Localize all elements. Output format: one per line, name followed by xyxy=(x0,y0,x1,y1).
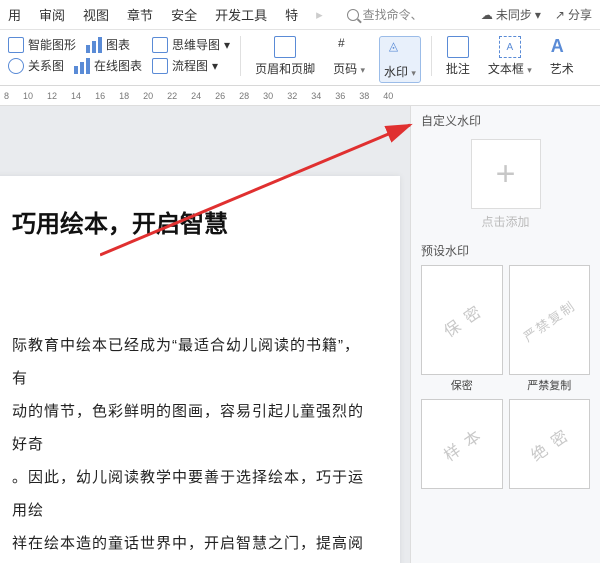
document-area[interactable]: 巧用绘本，开启智慧 际教育中绘本已经成为“最适合幼儿阅读的书籍”，有 动的情节，… xyxy=(0,106,410,563)
doc-line: 动的情节，色彩鲜明的图画，容易引起儿童强烈的好奇 xyxy=(12,395,372,461)
ribbon-toolbar: 智能图形 图表 关系图 在线图表 思维导图 ▾ 流程图 ▾ 页眉和页脚 #页码 … xyxy=(0,30,600,86)
wordart-button[interactable]: A艺术 xyxy=(546,36,578,83)
relation-icon xyxy=(8,58,24,74)
watermark-panel: 自定义水印 + 点击添加 预设水印 保 密 保密 严禁复制 严禁复制 样 本 绝… xyxy=(410,106,600,563)
mindmap-button[interactable]: 思维导图 ▾ xyxy=(152,36,230,53)
chart-icon xyxy=(86,37,102,53)
tab-devtools[interactable]: 开发工具 xyxy=(215,5,267,24)
header-footer-icon xyxy=(274,36,296,58)
plus-icon: + xyxy=(496,155,516,194)
custom-watermark-label: 自定义水印 xyxy=(411,106,600,135)
menu-tabs: 用 审阅 视图 章节 安全 开发工具 特 ▸ 查找命令、 ☁ 未同步 ▾ ↗ 分… xyxy=(0,0,600,30)
tab-more-icon[interactable]: ▸ xyxy=(316,7,323,23)
watermark-icon: ◬ xyxy=(389,39,411,61)
preset-watermark-label: 预设水印 xyxy=(411,236,600,265)
watermark-button[interactable]: ◬水印 ▾ xyxy=(379,36,421,83)
separator xyxy=(240,36,241,76)
page-number-button[interactable]: #页码 ▾ xyxy=(329,36,369,83)
doc-line: 。因此，幼儿阅读教学中要善于选择绘本，巧于运用绘 xyxy=(12,461,372,527)
search-icon xyxy=(347,9,359,21)
wordart-icon: A xyxy=(551,36,573,58)
mindmap-icon xyxy=(152,37,168,53)
sync-status[interactable]: ☁ 未同步 ▾ xyxy=(481,6,541,23)
tab-security[interactable]: 安全 xyxy=(171,5,197,24)
separator xyxy=(431,36,432,76)
tab-special[interactable]: 特 xyxy=(285,5,298,24)
tab-use[interactable]: 用 xyxy=(8,5,21,24)
header-footer-button[interactable]: 页眉和页脚 xyxy=(251,36,319,83)
comment-button[interactable]: 批注 xyxy=(442,36,474,83)
online-chart-icon xyxy=(74,58,90,74)
add-watermark-button[interactable]: + xyxy=(471,139,541,209)
preset-confidential[interactable]: 保 密 xyxy=(421,265,503,375)
chart-button[interactable]: 图表 xyxy=(86,36,130,53)
doc-line: 际教育中绘本已经成为“最适合幼儿阅读的书籍”，有 xyxy=(12,329,372,395)
comment-icon xyxy=(447,36,469,58)
command-search[interactable]: 查找命令、 xyxy=(347,6,423,23)
doc-line: 祥在绘本造的童话世界中，开启智慧之门，提高阅读有 xyxy=(12,527,372,563)
flowchart-icon xyxy=(152,58,168,74)
share-button[interactable]: ↗ 分享 xyxy=(555,6,592,23)
textbox-button[interactable]: A文本框 ▾ xyxy=(484,36,536,83)
preset-sample[interactable]: 样 本 xyxy=(421,399,503,489)
tab-review[interactable]: 审阅 xyxy=(39,5,65,24)
add-watermark-label: 点击添加 xyxy=(411,213,600,230)
smart-shape-button[interactable]: 智能图形 xyxy=(8,36,76,53)
preset-label: 严禁复制 xyxy=(509,375,591,393)
tab-view[interactable]: 视图 xyxy=(83,5,109,24)
relation-button[interactable]: 关系图 xyxy=(8,57,64,74)
preset-label: 保密 xyxy=(421,375,503,393)
doc-title: 巧用绘本，开启智慧 xyxy=(12,204,372,239)
flowchart-button[interactable]: 流程图 ▾ xyxy=(152,57,218,74)
smart-shape-icon xyxy=(8,37,24,53)
page-number-icon: # xyxy=(338,36,360,58)
page: 巧用绘本，开启智慧 际教育中绘本已经成为“最适合幼儿阅读的书籍”，有 动的情节，… xyxy=(0,176,400,563)
preset-secret[interactable]: 绝 密 xyxy=(509,399,591,489)
ruler: 810121416182022242628303234363840 xyxy=(0,86,600,106)
tab-chapter[interactable]: 章节 xyxy=(127,5,153,24)
online-chart-button[interactable]: 在线图表 xyxy=(74,57,142,74)
textbox-icon: A xyxy=(499,36,521,58)
preset-nocopy[interactable]: 严禁复制 xyxy=(509,265,591,375)
search-placeholder: 查找命令、 xyxy=(363,6,423,23)
